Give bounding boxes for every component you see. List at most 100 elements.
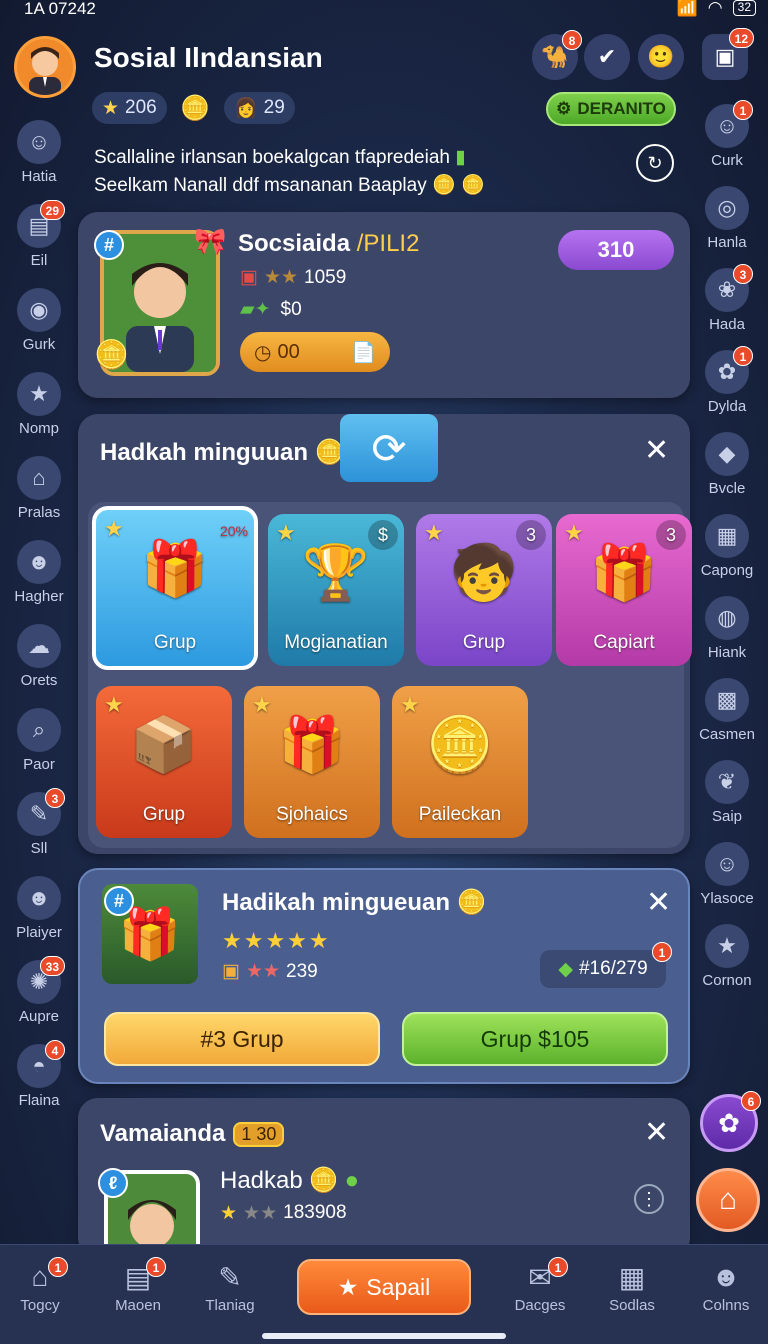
offer-card: 🎁 # Hadikah mingueuan 🪙 ✕ ★★★★★ ▣ ★★ 239… — [78, 868, 690, 1084]
spin-button[interactable]: ⟳ — [340, 414, 438, 482]
left-rail-item[interactable]: ⌕ Paor — [4, 708, 74, 773]
buy-grup-price-button[interactable]: Grup $105 — [402, 1012, 668, 1066]
rail-label: Curk — [711, 152, 743, 169]
left-rail-item[interactable]: ☁ Orets — [4, 624, 74, 689]
left-rail-item[interactable]: ⌂ Pralas — [4, 456, 74, 521]
user-avatar[interactable] — [14, 36, 76, 98]
rail-label: Nomp — [18, 420, 59, 437]
offer-title: Hadikah mingueuan — [222, 889, 451, 916]
crate-icon: ▩ — [705, 678, 749, 722]
gift-tile[interactable]: ★ 🏆 $ Mogianatian — [268, 514, 404, 666]
left-rail-item[interactable]: ◓ 4 Flaina — [4, 1040, 74, 1109]
sapail-button[interactable]: ★ Sapail — [297, 1259, 471, 1315]
star-icon: ★ — [564, 520, 584, 545]
gift-tile[interactable]: ★ 🎁 Sjohaics — [244, 686, 380, 838]
nav-item[interactable]: ✉ 1 Dacges — [500, 1257, 580, 1314]
offer-price-tag[interactable]: ◆ #16/279 1 — [540, 942, 672, 988]
right-rail-item[interactable]: ◆ Bvcle — [692, 432, 762, 497]
rail-label: Capong — [700, 562, 754, 579]
right-rail-item[interactable]: ❀ 3 Hada — [692, 264, 762, 333]
rating-stars-icon: ★★ — [245, 961, 281, 982]
rail-badge: 1 — [733, 100, 753, 120]
rail-label: Cornon — [702, 972, 752, 989]
mail-button[interactable]: ▣ 12 — [702, 28, 754, 80]
home-indicator[interactable] — [262, 1333, 506, 1339]
gift-icon: 🏆 — [302, 543, 370, 603]
points-badge[interactable]: 310 — [558, 230, 674, 270]
refresh-button[interactable]: ↻ — [636, 144, 674, 182]
tile-label: Grup — [462, 632, 506, 653]
nav-item[interactable]: ▦ Sodlas — [592, 1261, 672, 1314]
gift-tile[interactable]: ★ 🧒 3 Grup — [416, 514, 552, 666]
nav-label: Colnns — [702, 1297, 750, 1314]
right-rail-item[interactable]: ✿ 1 Dylda — [692, 346, 762, 415]
plugin-badge: 6 — [741, 1091, 761, 1111]
nav-item[interactable]: ▤ 1 Maoen — [98, 1257, 178, 1314]
bow-icon: 🎀 — [194, 226, 227, 256]
plugin-button[interactable]: ✿ 6 — [700, 1091, 761, 1152]
left-rail-item[interactable]: ✺ 33 Aupre — [4, 956, 74, 1025]
gift-icon: 🎁 — [141, 539, 209, 599]
price-badge: 1 — [652, 942, 672, 962]
home-icon: ⌂ — [17, 456, 61, 500]
bottom-name: Hadkab — [220, 1166, 303, 1194]
nav-badge: 1 — [48, 1257, 68, 1277]
gift-tile[interactable]: ★ 📦 Grup — [96, 686, 232, 838]
left-rail-item[interactable]: ✎ 3 Sll — [4, 788, 74, 857]
friend-avatar-button[interactable]: 🙂 — [638, 34, 684, 80]
shop-button[interactable]: 🐪 8 — [532, 30, 582, 80]
nav-icon: ☻ — [711, 1261, 741, 1292]
signal-icon: 📶 — [676, 0, 698, 17]
left-rail-item[interactable]: ★ Nomp — [4, 372, 74, 437]
mail-badge: 12 — [728, 28, 754, 48]
close-offer-button[interactable]: ✕ — [646, 888, 671, 918]
right-rail-item[interactable]: ★ Cornon — [692, 924, 762, 989]
nav-badge: 1 — [146, 1257, 166, 1277]
note-icon: ✎ 3 — [17, 788, 65, 836]
gift-tile[interactable]: ★ 🎁 3 Capiart — [556, 514, 692, 666]
left-rail-item[interactable]: ☺ Hatia — [4, 120, 74, 185]
right-rail-item[interactable]: ▩ Casmen — [692, 678, 762, 743]
rail-label: Hagher — [14, 588, 64, 605]
tile-label: Sjohaics — [276, 804, 348, 825]
coin-icon: 🪙 — [460, 175, 485, 196]
camel-icon: 🐪 — [541, 44, 569, 69]
rail-label: Gurk — [22, 336, 56, 353]
home-fab-button[interactable]: ⌂ — [696, 1168, 760, 1232]
right-rail-item[interactable]: ☺ 1 Curk — [692, 100, 762, 169]
rail-label: Bvcle — [708, 480, 746, 497]
right-rail-item[interactable]: ❦ Saip — [692, 760, 762, 825]
profile-rating-row: ▣ ★★ 1059 — [240, 266, 346, 289]
gift-tile[interactable]: ★ 🪙 Paileckan — [392, 686, 528, 838]
gift-icon: 🎁 — [278, 715, 346, 775]
action-button[interactable]: ⚙ DERANITO — [546, 92, 676, 126]
nav-badge: 1 — [548, 1257, 568, 1277]
right-rail-item[interactable]: ◍ Hiank — [692, 596, 762, 661]
more-options-button[interactable]: ⋮ — [634, 1184, 664, 1214]
right-rail-item[interactable]: ☺ Ylasoce — [692, 842, 762, 907]
gift-tile[interactable]: ★ 🎁 20% Grup — [92, 506, 258, 670]
coin-icon: 🪙 — [308, 1167, 339, 1194]
close-bottom-button[interactable]: ✕ — [644, 1118, 669, 1148]
nav-item[interactable]: ✎ Tlaniag — [190, 1261, 270, 1314]
left-rail-item[interactable]: ☻ Plaiyer — [4, 876, 74, 941]
nav-icon: ✉ 1 — [500, 1257, 580, 1297]
buy-grup-button[interactable]: #3 Grup — [104, 1012, 380, 1066]
left-rail-item[interactable]: ◉ Gurk — [4, 288, 74, 353]
timer-button[interactable]: ◷ 00 📄 — [240, 332, 390, 372]
rail-label: Sll — [30, 840, 48, 857]
checklist-button[interactable]: ✔ — [584, 34, 630, 80]
star-icon: ★ — [102, 97, 120, 119]
profile-card[interactable]: # 🎀 🪙 Socsiaida /PILI2 ▣ ★★ 1059 ▰✦ $0 ◷… — [78, 212, 690, 398]
close-gifts-button[interactable]: ✕ — [644, 436, 669, 466]
left-rail-item[interactable]: ▤ 29 Eil — [4, 200, 74, 269]
right-rail-item[interactable]: ◎ Hanla — [692, 186, 762, 251]
left-rail-item[interactable]: ☻ Hagher — [4, 540, 74, 605]
star-icon: ★ — [337, 1273, 359, 1300]
gifts-title: Hadkah minguuan — [100, 439, 309, 466]
nav-item[interactable]: ☻ Colnns — [686, 1261, 766, 1314]
nav-item[interactable]: ⌂ 1 Togcy — [0, 1257, 80, 1314]
gear-icon: ⚙ — [556, 99, 572, 118]
rating-empty-stars-icon: ★★ — [243, 1203, 278, 1224]
right-rail-item[interactable]: ▦ Capong — [692, 514, 762, 579]
